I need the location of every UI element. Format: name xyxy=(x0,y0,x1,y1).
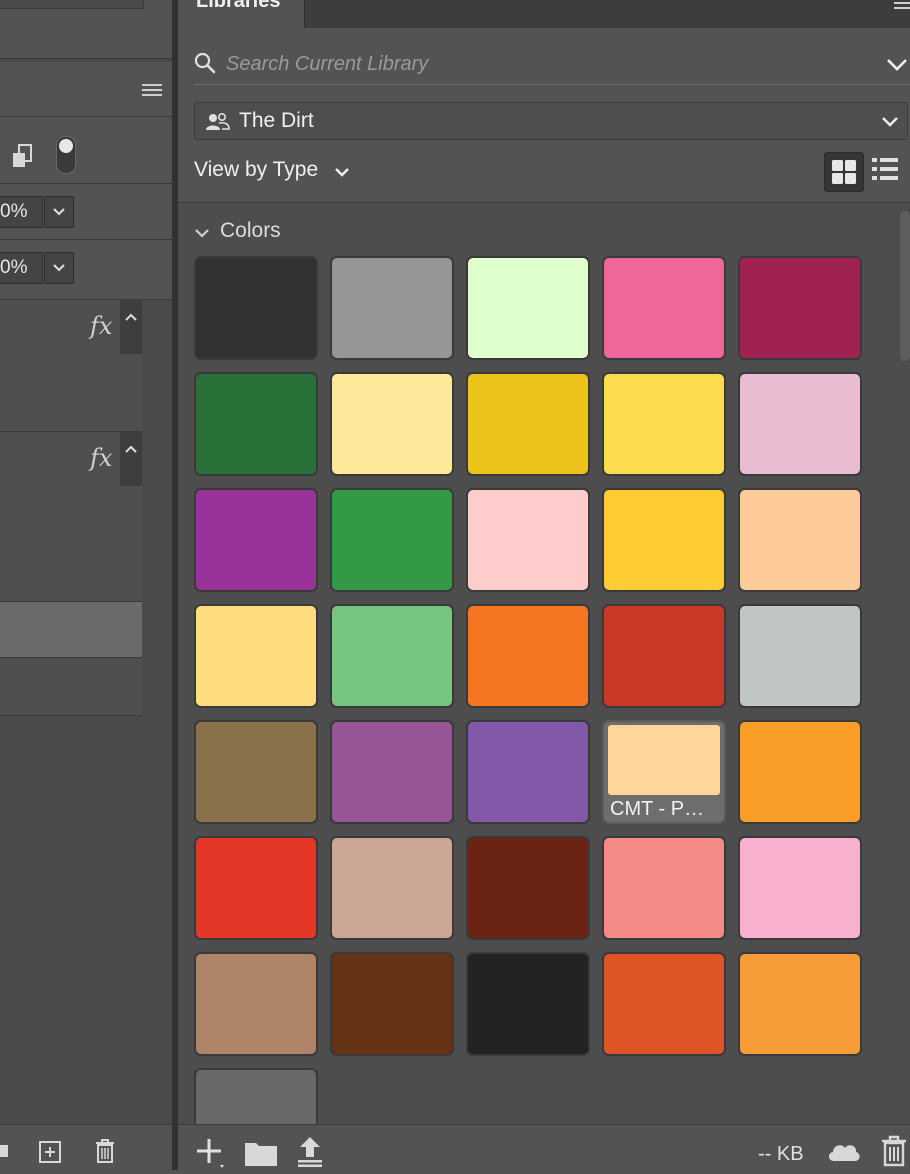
search-icon xyxy=(194,52,216,79)
chevron-down-icon xyxy=(334,166,350,184)
list-view-icon xyxy=(872,158,898,180)
tab-strip: Libraries xyxy=(178,0,910,28)
color-swatch[interactable] xyxy=(738,952,862,1056)
color-swatch[interactable] xyxy=(738,836,862,940)
layer-item[interactable]: fx xyxy=(0,432,142,602)
colors-section-title: Colors xyxy=(220,219,281,242)
color-swatch[interactable] xyxy=(330,720,454,824)
color-swatch[interactable] xyxy=(330,372,454,476)
color-swatch[interactable] xyxy=(466,372,590,476)
color-swatch[interactable] xyxy=(738,720,862,824)
color-swatch[interactable] xyxy=(602,256,726,360)
opacity-value[interactable]: 0% xyxy=(0,196,43,228)
panel-tab-edge[interactable] xyxy=(0,0,144,9)
mask-icon[interactable] xyxy=(0,1145,8,1157)
color-swatch[interactable] xyxy=(602,952,726,1056)
color-swatch[interactable] xyxy=(466,488,590,592)
divider xyxy=(0,239,172,240)
color-swatch[interactable] xyxy=(194,256,318,360)
color-swatch[interactable] xyxy=(194,372,318,476)
color-swatch[interactable] xyxy=(602,836,726,940)
libraries-panel: Libraries The Dirt View by Type xyxy=(178,0,910,1171)
search-bar xyxy=(194,44,910,85)
color-swatch[interactable] xyxy=(194,604,318,708)
shared-library-icon xyxy=(205,112,231,137)
color-swatch[interactable] xyxy=(466,720,590,824)
new-layer-icon[interactable] xyxy=(38,1140,62,1169)
lock-artboard-icon[interactable] xyxy=(10,143,34,174)
delete-layer-icon[interactable] xyxy=(93,1138,117,1169)
color-swatch[interactable] xyxy=(602,604,726,708)
color-swatch[interactable] xyxy=(330,836,454,940)
layer-item[interactable] xyxy=(0,658,142,716)
panel-menu-icon[interactable] xyxy=(894,2,910,12)
grid-view-icon xyxy=(832,160,856,184)
folder-icon[interactable] xyxy=(244,1139,278,1172)
search-input[interactable] xyxy=(224,48,848,80)
cloud-sync-icon[interactable] xyxy=(826,1139,862,1168)
color-swatch[interactable] xyxy=(194,488,318,592)
color-swatch[interactable] xyxy=(738,256,862,360)
add-content-icon[interactable] xyxy=(196,1137,226,1174)
library-name: The Dirt xyxy=(239,109,314,132)
collapse-effects-icon[interactable] xyxy=(120,432,142,486)
color-swatch[interactable] xyxy=(466,952,590,1056)
storage-size: -- KB xyxy=(758,1143,804,1165)
color-swatch[interactable] xyxy=(466,836,590,940)
scrollbar[interactable] xyxy=(900,211,910,361)
upload-icon[interactable] xyxy=(296,1135,324,1172)
layers-panel: 0% 0% fx fx xyxy=(0,0,174,1171)
delete-icon[interactable] xyxy=(880,1135,908,1172)
divider xyxy=(0,183,172,184)
chevron-down-icon xyxy=(881,115,899,133)
color-swatch[interactable] xyxy=(738,488,862,592)
layer-item[interactable]: fx xyxy=(0,300,142,432)
fill-dropdown[interactable] xyxy=(44,252,74,284)
tab-libraries[interactable]: Libraries xyxy=(178,0,305,28)
fx-icon[interactable]: fx xyxy=(90,444,112,472)
color-swatch[interactable] xyxy=(194,1068,318,1124)
color-swatch[interactable] xyxy=(194,720,318,824)
tab-libraries-label: Libraries xyxy=(196,0,281,12)
color-swatch[interactable] xyxy=(194,836,318,940)
color-swatch-label: CMT - P… xyxy=(610,798,705,820)
layers-footer xyxy=(0,1124,172,1171)
layers-panel-top xyxy=(0,0,172,59)
collapse-chevron-down-icon xyxy=(194,227,210,245)
color-swatch[interactable] xyxy=(194,952,318,1056)
color-swatch[interactable] xyxy=(602,372,726,476)
color-swatch[interactable]: CMT - P… xyxy=(602,720,726,824)
color-swatch[interactable] xyxy=(738,372,862,476)
libraries-footer: -- KB xyxy=(178,1124,910,1171)
library-content: Colors CMT - P… xyxy=(178,203,910,1124)
view-by-label: View by Type xyxy=(194,158,319,181)
color-swatch[interactable] xyxy=(466,256,590,360)
grid-view-button[interactable] xyxy=(824,152,864,192)
color-swatch[interactable] xyxy=(330,488,454,592)
layers-scroll-area xyxy=(142,300,172,1124)
layers-panel-menu-icon[interactable] xyxy=(142,84,162,98)
color-swatch[interactable] xyxy=(330,952,454,1056)
layer-item-selected[interactable] xyxy=(0,602,142,658)
color-swatch[interactable] xyxy=(466,604,590,708)
opacity-dropdown[interactable] xyxy=(44,196,74,228)
list-view-button[interactable] xyxy=(872,156,902,186)
color-swatch-fill xyxy=(608,725,720,795)
search-scope-chevron-down-icon[interactable] xyxy=(886,58,908,77)
library-selector[interactable]: The Dirt xyxy=(194,102,908,140)
color-swatch[interactable] xyxy=(738,604,862,708)
layer-visibility-toggle[interactable] xyxy=(56,136,76,174)
fx-icon[interactable]: fx xyxy=(90,312,112,340)
color-swatch[interactable] xyxy=(330,256,454,360)
color-swatch[interactable] xyxy=(602,488,726,592)
fill-value[interactable]: 0% xyxy=(0,252,43,284)
color-swatch[interactable] xyxy=(330,604,454,708)
collapse-effects-icon[interactable] xyxy=(120,300,142,354)
view-by-type-dropdown[interactable]: View by Type xyxy=(194,158,349,188)
